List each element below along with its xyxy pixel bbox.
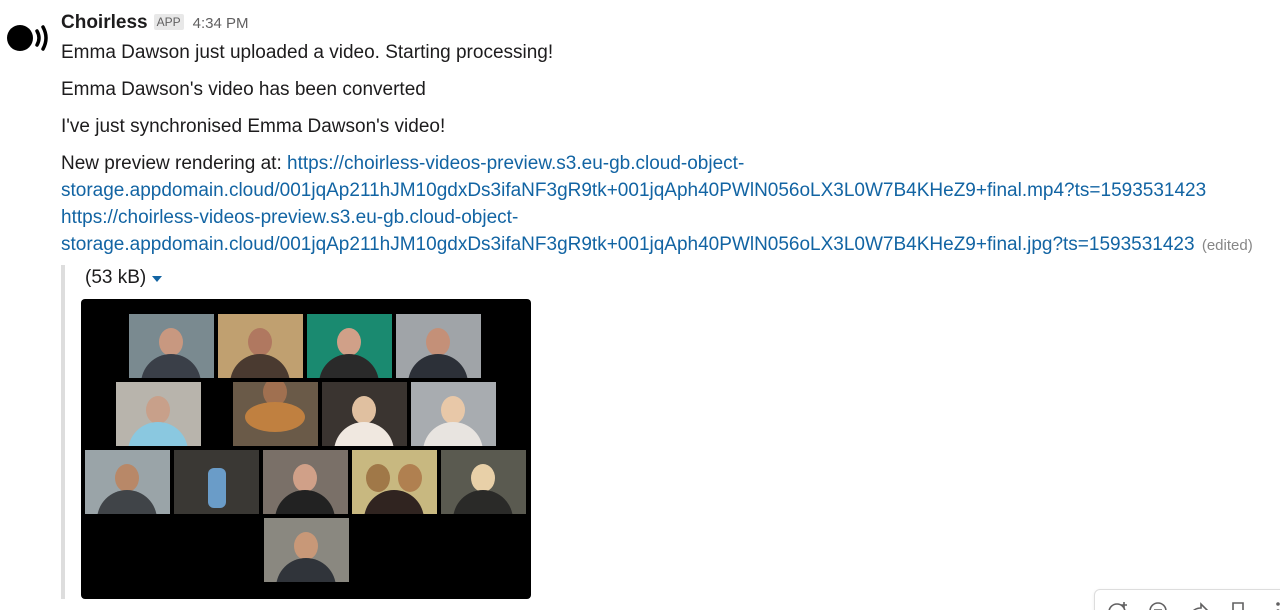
chevron-down-icon[interactable] [152,276,163,282]
participant-tile [263,450,348,514]
participant-tile [411,382,496,446]
message-header: Choirless APP 4:34 PM [61,12,1260,38]
more-actions-icon[interactable] [1267,600,1280,610]
file-size-label[interactable]: (53 kB) [85,267,146,289]
preview-jpg-link-part1[interactable]: https://choirless-videos-preview.s3.eu-g… [61,207,518,228]
preview-prefix: New preview rendering at: [61,153,282,174]
message-actions-toolbar [1094,589,1280,610]
participant-tile [396,314,481,378]
message-content: Choirless APP 4:34 PM Emma Dawson just u… [61,12,1260,259]
choirless-logo-icon[interactable] [6,20,54,56]
save-icon[interactable] [1227,600,1249,610]
participant-tile [322,382,407,446]
edited-label: (edited) [1201,237,1253,254]
preview-jpg-link-part2[interactable]: storage.appdomain.cloud/001jqAp211hJM10g… [61,234,1195,255]
participant-tile [116,382,201,446]
message-timestamp[interactable]: 4:34 PM [193,15,249,32]
message-container: Choirless APP 4:34 PM Emma Dawson just u… [0,0,1280,610]
image-attachment: (53 kB) [61,265,545,599]
preview-jpg-link[interactable]: https://choirless-videos-preview.s3.eu-g… [61,207,1195,255]
message-line-synchronised: I've just synchronised Emma Dawson's vid… [61,116,446,137]
sender-name[interactable]: Choirless [61,12,148,34]
participant-tile [129,314,214,378]
participant-tile [441,450,526,514]
message-line-converted: Emma Dawson's video has been converted [61,79,426,100]
message-line-upload: Emma Dawson just uploaded a video. Start… [61,42,554,63]
preview-mp4-link-part1[interactable]: https://choirless-videos-preview.s3.eu-g… [287,153,744,174]
participant-tile [307,314,392,378]
participant-tile [174,450,259,514]
app-badge: APP [153,14,184,30]
participant-tile [233,382,318,446]
message-preview-block: New preview rendering at: https://choirl… [61,150,1260,259]
participant-tile [85,450,170,514]
participant-tile [218,314,303,378]
add-reaction-icon[interactable] [1107,600,1129,610]
share-icon[interactable] [1187,600,1209,610]
participant-tile [264,518,349,582]
video-grid-thumbnail[interactable] [81,299,531,599]
reply-thread-icon[interactable] [1147,600,1169,610]
preview-mp4-link-part2[interactable]: storage.appdomain.cloud/001jqAp211hJM10g… [61,180,1206,201]
participant-tile [352,450,437,514]
file-size-toggle[interactable]: (53 kB) [85,267,163,289]
